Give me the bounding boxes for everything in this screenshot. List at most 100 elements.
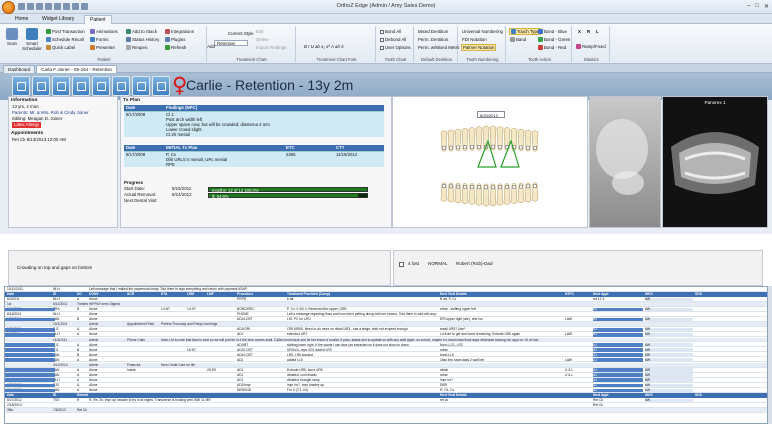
next-appt-tag xyxy=(5,307,55,312)
grid-cell: 38w xyxy=(7,408,14,413)
smart-scheduler-button[interactable]: Smart Scheduler xyxy=(22,28,42,51)
ledger-icon[interactable] xyxy=(92,76,110,96)
grid-cell: 6W xyxy=(645,307,650,312)
mixed-dentition-option[interactable]: Mixed Dentition xyxy=(418,29,448,34)
crowding-note-text: Crowding on top and gaps on bottom xyxy=(17,265,93,270)
allergy-alert: Latex Allergy xyxy=(12,122,42,128)
appointment-row[interactable]: Ret Ck 8/13/2013 12:00 AM xyxy=(9,137,117,143)
elastic-x-button[interactable]: X xyxy=(578,29,581,34)
grid-cell: AJ xyxy=(593,357,597,362)
scan-button[interactable]: Scan xyxy=(2,28,22,46)
chart-icon[interactable] xyxy=(32,76,50,96)
panorex-xray-image[interactable]: Panorex 1 xyxy=(662,96,768,228)
presenter-button[interactable]: Presenter xyxy=(90,45,115,50)
initial-plan-row[interactable]: 9/17/2008 P, Cx Dilit URL/c's mesial, UR… xyxy=(124,150,384,167)
next-appt-tag xyxy=(5,333,55,337)
bond-green-option[interactable]: Bond - Green xyxy=(538,37,570,42)
font-format-bar[interactable]: B I U ab x₂ x² A ab ≡ xyxy=(304,44,344,49)
status-history-button[interactable]: Status History xyxy=(126,37,159,42)
universal-numbering-option[interactable]: Universal Numbering xyxy=(462,29,503,34)
tab-patient[interactable]: Patient xyxy=(84,15,112,24)
treatment-chart-font-group-label: Treatment Chart Font xyxy=(316,57,357,62)
schedule-recall-button[interactable]: Schedule Recall xyxy=(46,37,84,42)
grid-cell: A xyxy=(77,332,80,337)
band-option[interactable]: Band xyxy=(510,37,526,42)
document-icon[interactable] xyxy=(52,76,70,96)
minimize-icon[interactable]: – xyxy=(747,3,750,10)
reopen-button[interactable]: Reopen xyxy=(126,45,147,50)
palmer-notation-option[interactable]: Palmer Notation xyxy=(461,44,497,51)
panorex-xray-svg xyxy=(671,132,759,194)
forms-button[interactable]: Forms xyxy=(90,37,108,42)
touch-type-option[interactable]: Touch Type xyxy=(509,28,542,35)
bond-blue-option[interactable]: Bond - Blue xyxy=(538,29,567,34)
integrations-button[interactable]: Integrations xyxy=(165,29,194,34)
plugins-button[interactable]: Plugins xyxy=(165,37,185,42)
tab-dashboard[interactable]: Dashboard xyxy=(3,65,36,73)
table-row[interactable]: 8/15/2011TRABAlone14 NT14 NTBOND/RECP, C… xyxy=(5,307,767,312)
fdi-notation-option[interactable]: FDI Notation xyxy=(462,37,487,42)
perm-mixed-option[interactable]: Perm. w/Mixed Metrs xyxy=(418,45,459,50)
reopen-icon xyxy=(126,45,131,50)
grid-section-row[interactable]: 38w 7/8/2013 Ret Ck xyxy=(5,408,767,413)
teeth-group xyxy=(440,125,539,207)
refresh-button[interactable]: Refresh xyxy=(165,45,186,50)
initial-etc: 2365 xyxy=(284,150,334,167)
tab-widget-library[interactable]: Widget Library xyxy=(37,15,79,24)
photo-icon[interactable] xyxy=(132,76,150,96)
findings-row[interactable]: 9/17/2008 Cl 1 Post arch width left Uppe… xyxy=(124,110,384,137)
bracket-upper-1 xyxy=(449,145,453,150)
ramp-fixed-option[interactable]: Ramp/Fixed xyxy=(576,44,606,49)
payment-progress-fill xyxy=(209,193,359,197)
grid-cell: 6W xyxy=(645,332,650,337)
current-style-select[interactable]: Retention xyxy=(214,40,248,46)
delete-button[interactable]: Delete xyxy=(256,37,269,42)
tooth-chart-date[interactable]: 8/29/2013 xyxy=(477,111,505,118)
elastic-l-button[interactable]: L xyxy=(596,29,599,34)
grid-cell: AJ xyxy=(593,382,597,387)
grid-cell: 16ss bm. start class 2 wall left xyxy=(440,357,484,362)
tooth-chart[interactable]: 8/29/2013 xyxy=(392,96,588,228)
maximize-icon[interactable]: □ xyxy=(755,3,759,10)
debond-all-check[interactable]: Debond All xyxy=(380,37,406,42)
plugins-icon xyxy=(165,37,170,42)
bond-red-option[interactable]: Bond - Red xyxy=(538,45,566,50)
image-icon[interactable] xyxy=(72,76,90,96)
months-progress-bar: months: 12 of 12 100.0% xyxy=(208,186,368,193)
import-findings-button[interactable]: Import Findings xyxy=(256,45,286,50)
treatment-chart-grid[interactable]: 10/11/2011 NLH Left message that I mailed … xyxy=(4,286,768,424)
edit-button[interactable]: Edit xyxy=(256,29,264,34)
next-appt-tag xyxy=(5,358,55,362)
table-row[interactable]: 7/30/2012TJGAAloneADJ/Imprimpr for?, imp… xyxy=(5,382,767,388)
tab-patient-record[interactable]: Carla F Joiner - 05-164 - Retention xyxy=(36,65,117,73)
tab-home[interactable]: Home xyxy=(10,15,33,24)
close-icon[interactable]: ✕ xyxy=(764,3,769,10)
add-button[interactable]: Add xyxy=(204,44,218,49)
animations-button[interactable]: Animations xyxy=(90,29,118,34)
stack-icon xyxy=(126,29,131,34)
add-to-stack-button[interactable]: Add to Stack xyxy=(126,29,157,34)
grid-cell: 6W xyxy=(645,357,650,362)
share-icon[interactable] xyxy=(112,76,130,96)
bond-all-check[interactable]: Bond All xyxy=(380,29,401,34)
user-options-button[interactable]: User Options xyxy=(380,45,411,50)
ceph-xray-image[interactable] xyxy=(589,96,661,228)
information-panel: Information 13 yrs, 2 mon Parents: Mr. &… xyxy=(8,96,118,228)
bracket-upper-5 xyxy=(477,145,481,149)
post-transaction-button[interactable]: Post Transaction xyxy=(46,29,85,34)
status-note[interactable]: 4 lost NORMAL Robert (Rob)-Dad xyxy=(393,250,763,286)
perm-dentition-option[interactable]: Perm. Dentition xyxy=(418,37,448,42)
table-row[interactable]: 9/1/2011NLHAAloneADJextruded UR7Ld front… xyxy=(5,332,767,338)
note-checkbox[interactable] xyxy=(399,262,404,267)
elastic-r-button[interactable]: R xyxy=(587,29,590,34)
table-row[interactable]: 1/29/2012LANAAloneADJadded LL516ss bm. s… xyxy=(5,357,767,363)
bond-red-icon xyxy=(538,45,543,50)
crowding-note[interactable]: Crowding on top and gaps on bottom xyxy=(8,250,391,286)
quick-label-button[interactable]: Quick Label xyxy=(46,45,75,50)
bracket-lower-0 xyxy=(442,184,446,188)
grid-cell: ADJ xyxy=(237,357,244,362)
contacts-icon[interactable] xyxy=(152,76,170,96)
grid-scrollbar[interactable] xyxy=(768,286,772,424)
ceph-xray-svg xyxy=(596,119,648,195)
home-icon[interactable] xyxy=(12,76,30,96)
